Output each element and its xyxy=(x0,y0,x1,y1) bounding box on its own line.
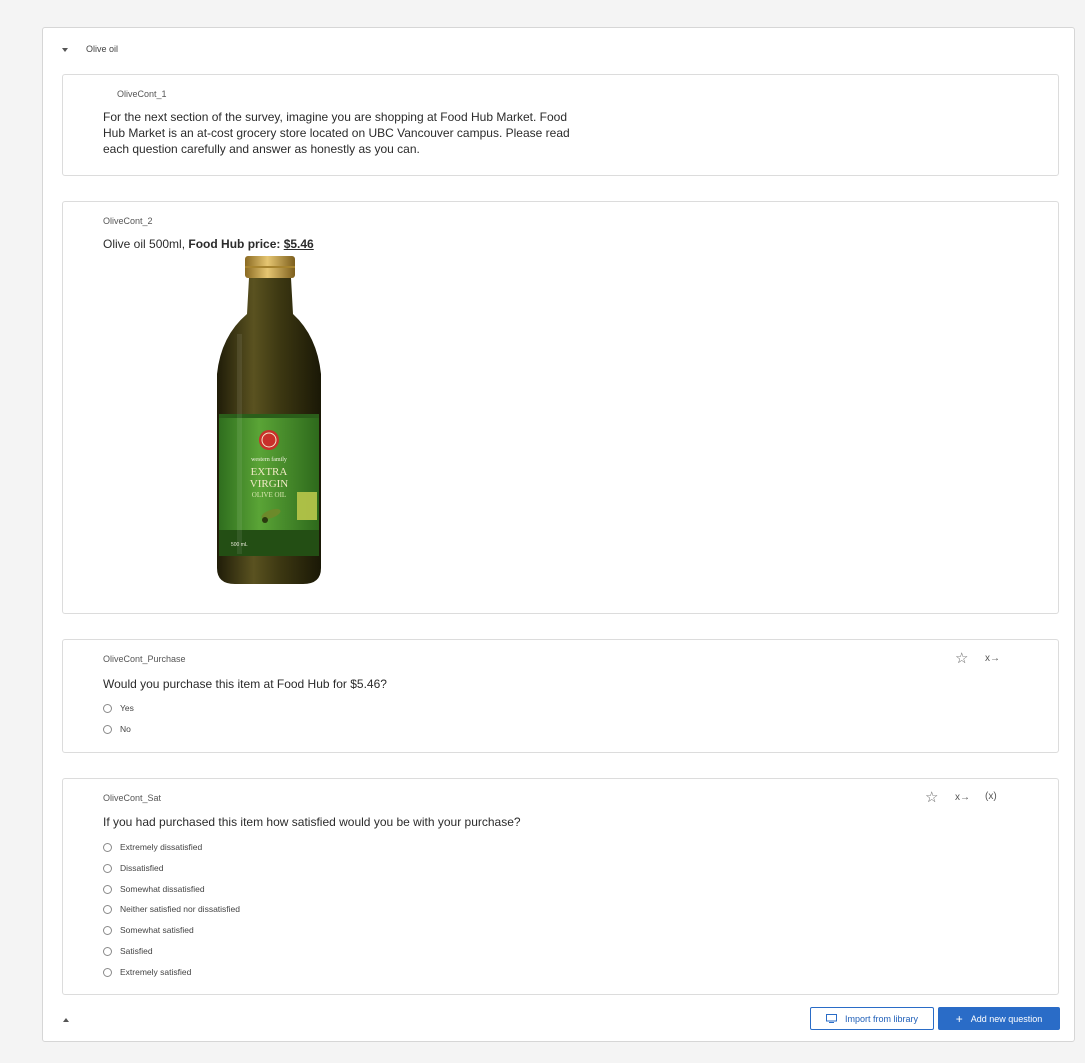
question-text: Olive oil 500ml, Food Hub price: $5.46 xyxy=(103,236,314,252)
piped-text-icon[interactable]: (x) xyxy=(985,791,997,802)
bottle-illustration: western family EXTRA VIRGIN OLIVE OIL 50… xyxy=(217,256,321,584)
choice-label: Extremely dissatisfied xyxy=(120,842,203,852)
question-id: OliveCont_2 xyxy=(103,216,153,226)
choice-extremely-satisfied[interactable]: Extremely satisfied xyxy=(103,967,191,977)
library-icon xyxy=(825,1014,837,1023)
question-text-line: each question carefully and answer as ho… xyxy=(103,142,420,156)
question-text-line: For the next section of the survey, imag… xyxy=(103,110,568,124)
question-id: OliveCont_Sat xyxy=(103,793,162,803)
question-text: Would you purchase this item at Food Hub… xyxy=(103,677,387,691)
choice-neither[interactable]: Neither satisfied nor dissatisfied xyxy=(103,904,240,914)
expand-caret-icon[interactable] xyxy=(63,1018,69,1022)
question-card-olivecont-purchase[interactable]: OliveCont_Purchase ☆ x→ Would you purcha… xyxy=(62,639,1059,753)
add-new-question-button[interactable]: + Add new question xyxy=(938,1007,1060,1030)
product-name: Olive oil 500ml, xyxy=(103,237,189,251)
radio-icon[interactable] xyxy=(103,946,112,956)
choice-dissatisfied[interactable]: Dissatisfied xyxy=(103,863,163,873)
choice-somewhat-dissatisfied[interactable]: Somewhat dissatisfied xyxy=(103,884,205,894)
svg-text:OLIVE OIL: OLIVE OIL xyxy=(252,491,286,499)
radio-icon[interactable] xyxy=(103,925,112,935)
survey-block: Olive oil OliveCont_1 For the next secti… xyxy=(42,27,1075,1042)
import-label: Import from library xyxy=(844,1013,918,1024)
question-text: For the next section of the survey, imag… xyxy=(103,109,623,157)
choice-label: Neither satisfied nor dissatisfied xyxy=(120,904,241,914)
star-icon[interactable]: ☆ xyxy=(955,649,968,667)
svg-text:western family: western family xyxy=(251,456,287,463)
question-card-olivecont-sat[interactable]: OliveCont_Sat ☆ x→ (x) If you had purcha… xyxy=(62,778,1059,995)
question-id: OliveCont_1 xyxy=(117,89,167,99)
choice-label: Somewhat dissatisfied xyxy=(120,884,205,894)
radio-icon[interactable] xyxy=(103,884,112,894)
star-icon[interactable]: ☆ xyxy=(925,788,938,806)
block-header[interactable]: Olive oil xyxy=(57,42,118,56)
radio-icon[interactable] xyxy=(103,842,112,852)
price-value: $5.46 xyxy=(283,237,314,251)
olive-oil-bottle-image: western family EXTRA VIRGIN OLIVE OIL 50… xyxy=(213,254,335,588)
question-text: If you had purchased this item how satis… xyxy=(103,815,521,829)
radio-icon[interactable] xyxy=(103,904,112,914)
import-from-library-button[interactable]: Import from library xyxy=(810,1007,934,1030)
radio-icon[interactable] xyxy=(103,863,112,873)
choice-yes[interactable]: Yes xyxy=(103,703,134,713)
choice-no[interactable]: No xyxy=(103,724,131,734)
question-card-olivecont-2[interactable]: OliveCont_2 Olive oil 500ml, Food Hub pr… xyxy=(62,201,1059,614)
add-label: Add new question xyxy=(970,1013,1043,1024)
svg-text:EXTRA: EXTRA xyxy=(251,466,288,478)
question-id: OliveCont_Purchase xyxy=(103,654,186,664)
radio-icon[interactable] xyxy=(103,967,112,977)
skip-logic-icon[interactable]: x→ xyxy=(985,653,1000,664)
radio-icon[interactable] xyxy=(103,703,112,713)
choice-label: Satisfied xyxy=(120,946,153,956)
collapse-caret-icon[interactable] xyxy=(62,48,68,52)
question-text-line: Hub Market is an at-cost grocery store l… xyxy=(103,126,570,140)
skip-logic-icon[interactable]: x→ xyxy=(955,792,970,803)
svg-text:VIRGIN: VIRGIN xyxy=(250,478,289,490)
price-label: Food Hub price: xyxy=(188,237,284,251)
choice-label: Yes xyxy=(120,703,134,713)
choice-label: Extremely satisfied xyxy=(120,967,192,977)
choice-label: Somewhat satisfied xyxy=(120,925,194,935)
choice-label: No xyxy=(120,724,131,734)
choice-satisfied[interactable]: Satisfied xyxy=(103,946,153,956)
choice-somewhat-satisfied[interactable]: Somewhat satisfied xyxy=(103,925,194,935)
choice-label: Dissatisfied xyxy=(120,863,164,873)
question-card-olivecont-1[interactable]: OliveCont_1 For the next section of the … xyxy=(62,74,1059,176)
plus-icon: + xyxy=(955,1011,963,1026)
block-title[interactable]: Olive oil xyxy=(86,44,118,54)
radio-icon[interactable] xyxy=(103,724,112,734)
choice-extremely-dissatisfied[interactable]: Extremely dissatisfied xyxy=(103,842,202,852)
